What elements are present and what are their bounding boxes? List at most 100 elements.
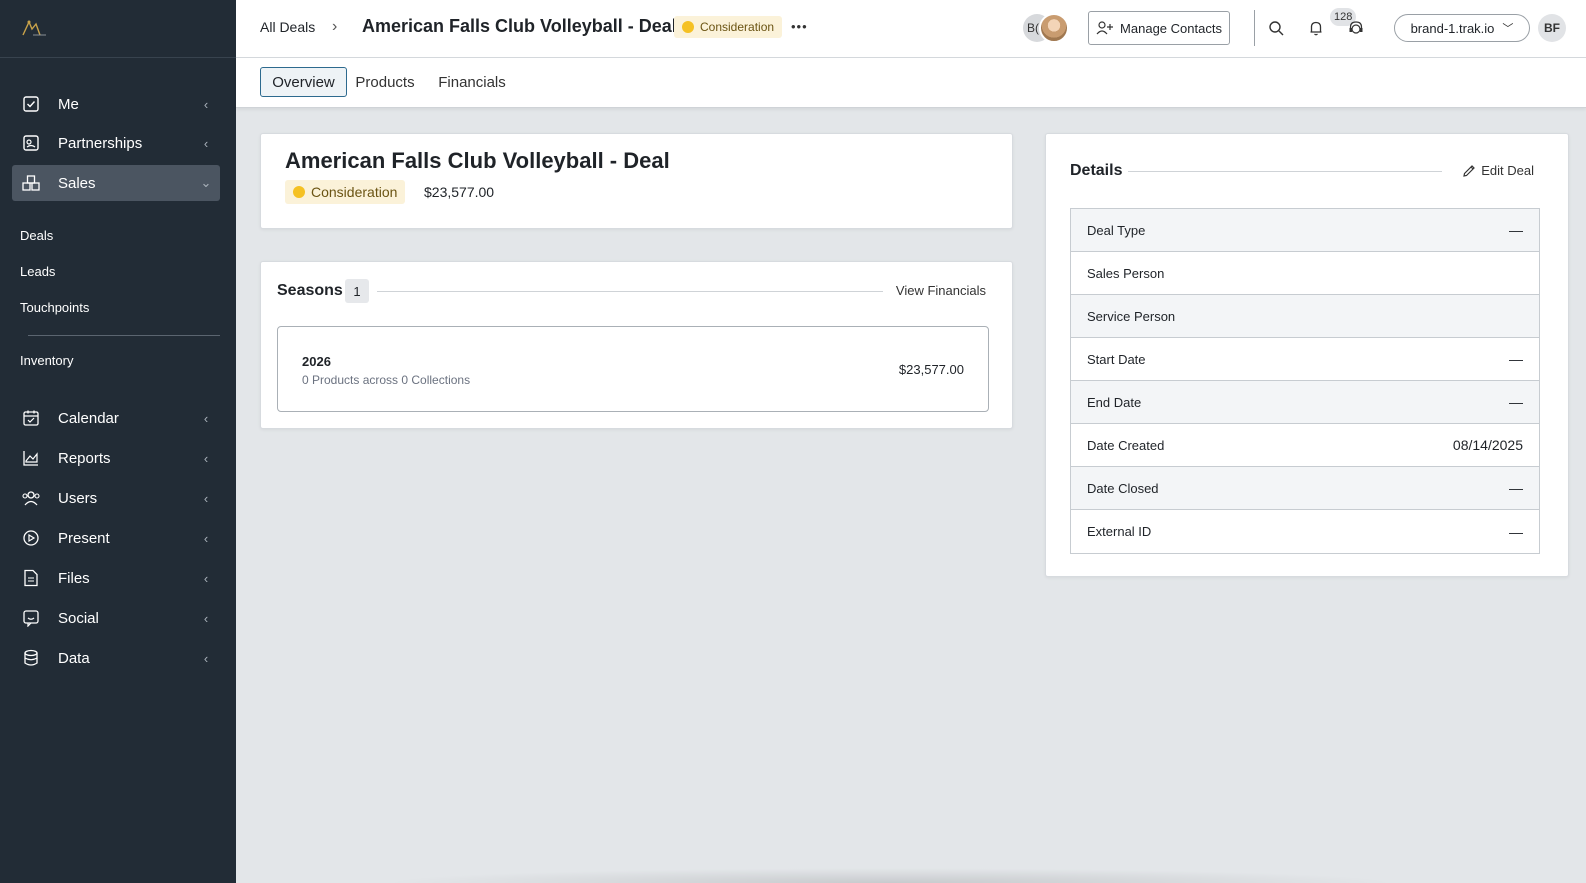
sidebar-sub-touchpoints[interactable]: Touchpoints	[20, 300, 89, 315]
sidebar-sub-leads[interactable]: Leads	[20, 264, 55, 279]
breadcrumb-all-deals[interactable]: All Deals	[260, 19, 315, 35]
tab-bar: Overview Products Financials	[236, 58, 1586, 108]
detail-row-sales-person: Sales Person	[1071, 252, 1539, 295]
logo[interactable]	[0, 0, 236, 58]
detail-value: —	[1509, 351, 1523, 367]
add-user-icon	[1096, 21, 1114, 35]
sidebar-item-calendar[interactable]: Calendar ‹	[12, 400, 220, 436]
detail-value: —	[1509, 480, 1523, 496]
bell-icon[interactable]	[1305, 17, 1327, 39]
edit-deal-button[interactable]: Edit Deal	[1462, 163, 1534, 178]
sidebar-sub-deals[interactable]: Deals	[20, 228, 53, 243]
sidebar-sub-inventory[interactable]: Inventory	[20, 353, 73, 368]
seasons-card: Seasons 1 View Financials 2026 0 Product…	[260, 261, 1013, 429]
tab-products[interactable]: Products	[354, 67, 416, 97]
detail-label: Start Date	[1087, 351, 1146, 367]
detail-row-date-closed: Date Closed —	[1071, 467, 1539, 510]
support-icon[interactable]	[1345, 17, 1367, 39]
search-icon[interactable]	[1265, 17, 1287, 39]
sidebar-item-partnerships[interactable]: Partnerships ‹	[12, 125, 220, 161]
sidebar-item-sales[interactable]: Sales ⌄	[12, 165, 220, 201]
brand-logo-icon	[20, 19, 48, 39]
sidebar: Me ‹ Partnerships ‹ Sales ⌄ Deals Leads …	[0, 0, 236, 883]
contact-avatars[interactable]: B(	[1023, 13, 1069, 43]
chevron-left-icon: ‹	[203, 450, 209, 466]
deal-amount: $23,577.00	[424, 184, 495, 200]
detail-row-deal-type: Deal Type —	[1071, 209, 1539, 252]
more-options-icon[interactable]: •••	[791, 19, 808, 34]
chevron-down-icon: ﹀	[1502, 23, 1514, 35]
details-table: Deal Type — Sales Person Service Person S…	[1070, 208, 1540, 554]
details-card: Details Edit Deal Deal Type — Sales Perso…	[1045, 133, 1569, 577]
detail-value: 08/14/2025	[1452, 437, 1523, 453]
manage-contacts-label: Manage Contacts	[1120, 20, 1222, 36]
file-icon	[20, 567, 42, 589]
chevron-left-icon: ‹	[203, 96, 209, 112]
chevron-left-icon: ‹	[203, 570, 209, 586]
chevron-left-icon: ‹	[203, 650, 209, 666]
detail-label: Date Created	[1087, 437, 1165, 453]
detail-value: —	[1509, 394, 1523, 410]
boxes-icon	[20, 172, 42, 194]
view-financials-link[interactable]: View Financials	[896, 283, 986, 298]
play-icon	[20, 527, 42, 549]
deal-status-label: Consideration	[311, 184, 398, 200]
tab-overview[interactable]: Overview	[260, 67, 347, 97]
sidebar-item-data[interactable]: Data ‹	[12, 640, 220, 676]
status-dot-icon	[293, 186, 305, 198]
detail-row-service-person: Service Person	[1071, 295, 1539, 338]
breadcrumb-separator-icon: ›	[332, 18, 338, 35]
divider	[1128, 171, 1442, 172]
sidebar-divider	[28, 335, 220, 336]
detail-label: End Date	[1087, 394, 1142, 410]
season-year: 2026	[302, 354, 331, 369]
tenant-selector[interactable]: brand-1.trak.io ﹀	[1394, 14, 1530, 42]
detail-value: —	[1509, 222, 1523, 238]
nav-group-bottom: Calendar ‹ Reports ‹ Users ‹ Present ‹ F…	[12, 400, 220, 676]
season-summary: 0 Products across 0 Collections	[302, 373, 471, 387]
sidebar-item-files[interactable]: Files ‹	[12, 560, 220, 596]
calendar-icon	[20, 407, 42, 429]
season-row[interactable]: 2026 0 Products across 0 Collections $23…	[277, 326, 989, 412]
chevron-left-icon: ‹	[203, 135, 209, 151]
divider	[1254, 10, 1255, 46]
detail-row-start-date: Start Date —	[1071, 338, 1539, 381]
status-label: Consideration	[700, 20, 775, 34]
chevron-left-icon: ‹	[203, 410, 209, 426]
checkbox-icon	[20, 93, 42, 115]
tab-financials[interactable]: Financials	[436, 67, 508, 97]
detail-label: Deal Type	[1087, 222, 1146, 238]
sidebar-item-present[interactable]: Present ‹	[12, 520, 220, 556]
sidebar-item-social[interactable]: Social ‹	[12, 600, 220, 636]
page-title: American Falls Club Volleyball - Deal	[362, 16, 677, 36]
chevron-left-icon: ‹	[203, 530, 209, 546]
sidebar-item-label: Files	[58, 569, 90, 587]
user-avatar[interactable]: BF	[1538, 14, 1566, 42]
sidebar-item-reports[interactable]: Reports ‹	[12, 440, 220, 476]
sidebar-item-label: Calendar	[58, 409, 119, 427]
handshake-icon	[20, 132, 42, 154]
sidebar-item-users[interactable]: Users ‹	[12, 480, 220, 516]
details-title: Details	[1070, 162, 1123, 179]
top-bar: All Deals › American Falls Club Volleyba…	[236, 0, 1586, 58]
detail-label: External ID	[1087, 524, 1152, 539]
sidebar-item-label: Partnerships	[58, 134, 143, 152]
sidebar-item-label: Me	[58, 95, 79, 113]
detail-label: Date Closed	[1087, 480, 1159, 496]
manage-contacts-button[interactable]: Manage Contacts	[1088, 11, 1230, 45]
detail-row-date-created: Date Created 08/14/2025	[1071, 424, 1539, 467]
status-badge[interactable]: Consideration	[674, 16, 783, 38]
chevron-down-icon: ⌄	[200, 175, 212, 190]
tenant-label: brand-1.trak.io	[1410, 20, 1495, 36]
detail-row-end-date: End Date —	[1071, 381, 1539, 424]
users-icon	[20, 487, 42, 509]
chart-icon	[20, 447, 42, 469]
avatar-photo	[1039, 13, 1069, 43]
sidebar-item-me[interactable]: Me ‹	[12, 86, 220, 122]
bottom-shadow	[380, 868, 1400, 883]
divider	[377, 291, 883, 292]
chevron-left-icon: ‹	[203, 490, 209, 506]
nav-group-top: Me ‹	[12, 86, 220, 122]
deal-status-badge[interactable]: Consideration	[285, 180, 406, 204]
deal-summary-card: American Falls Club Volleyball - Deal Co…	[260, 133, 1013, 229]
